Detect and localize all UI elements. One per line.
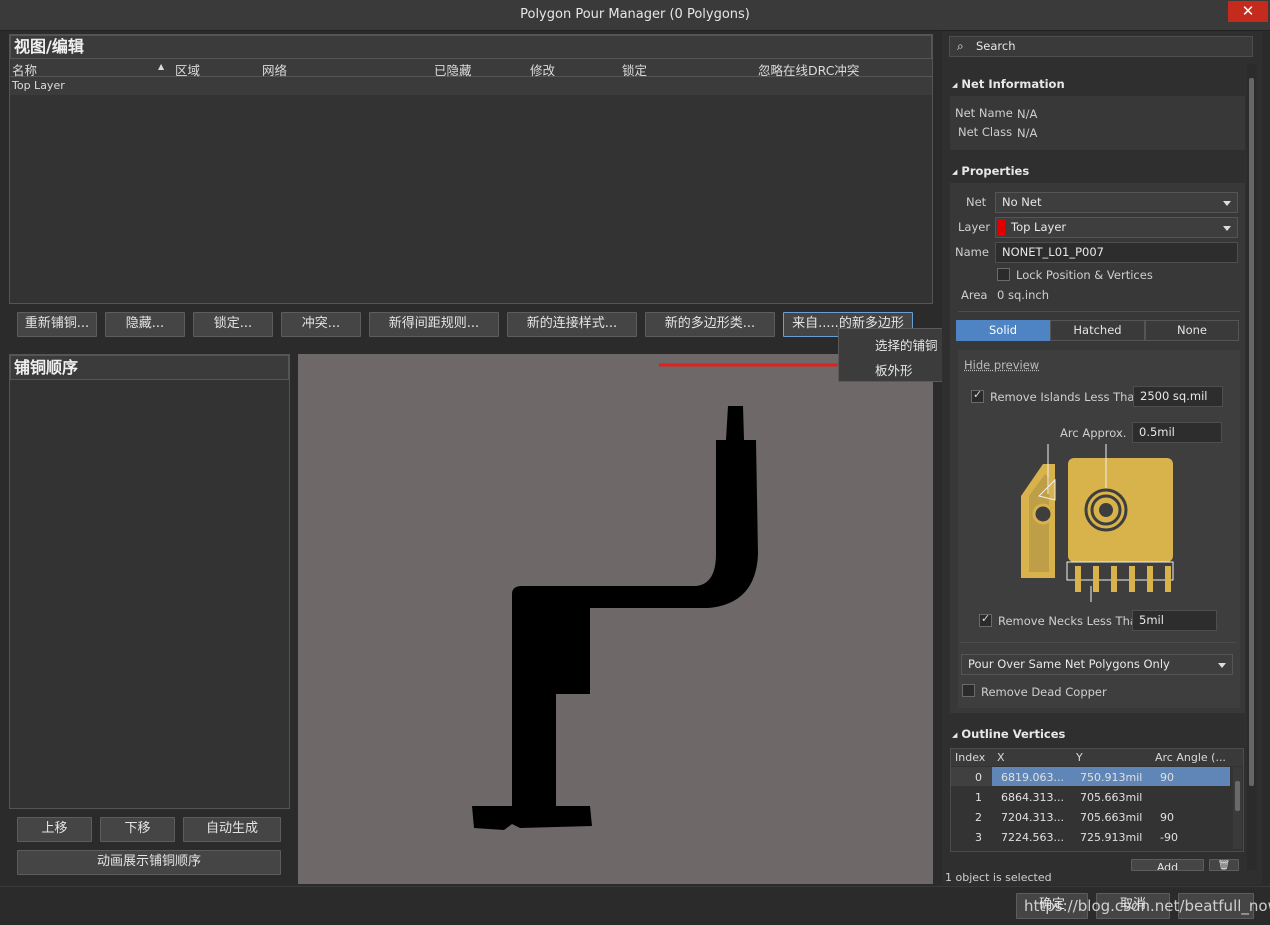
view-edit-column-header: 名称 ▲ 区域 网络 已隐藏 修改 锁定 忽略在线DRC冲突 bbox=[10, 59, 932, 78]
vertex-index: 1 bbox=[975, 791, 982, 804]
new-connect-style-button[interactable]: 新的连接样式... bbox=[507, 312, 637, 337]
new-clearance-rule-button[interactable]: 新得间距规则... bbox=[369, 312, 499, 337]
vertex-x[interactable]: 6819.063... bbox=[1001, 771, 1064, 784]
layer-dropdown[interactable]: Top Layer bbox=[995, 217, 1238, 238]
divider bbox=[958, 311, 1240, 312]
vertex-index: 0 bbox=[975, 771, 982, 784]
properties-scrollbar-thumb[interactable] bbox=[1249, 78, 1254, 786]
remove-dead-copper-label: Remove Dead Copper bbox=[981, 685, 1107, 699]
polygon-shape bbox=[472, 406, 758, 830]
pour-order-panel: 铺铜顺序 bbox=[9, 354, 290, 809]
sort-arrow-icon: ▲ bbox=[158, 62, 165, 71]
vertex-y[interactable]: 705.663mil bbox=[1080, 791, 1142, 804]
search-placeholder: Search bbox=[976, 39, 1016, 53]
layer-label: Layer bbox=[958, 220, 991, 234]
vertex-y[interactable]: 750.913mil bbox=[1080, 771, 1142, 784]
view-edit-panel: 视图/编辑 名称 ▲ 区域 网络 已隐藏 修改 锁定 忽略在线DRC冲突 Top… bbox=[9, 34, 933, 304]
col-index[interactable]: Index bbox=[955, 751, 985, 764]
hide-preview-link[interactable]: Hide preview bbox=[964, 358, 1039, 372]
vertex-x[interactable]: 7224.563... bbox=[1001, 831, 1064, 844]
new-polygon-class-button[interactable]: 新的多边形类... bbox=[645, 312, 775, 337]
remove-islands-checkbox[interactable] bbox=[971, 388, 984, 403]
repour-button[interactable]: 重新铺铜... bbox=[17, 312, 97, 337]
search-icon: ⌕ bbox=[957, 39, 964, 53]
remove-islands-field[interactable]: 2500 sq.mil bbox=[1133, 386, 1223, 407]
view-edit-title: 视图/编辑 bbox=[10, 35, 932, 59]
auto-generate-button[interactable]: 自动生成 bbox=[183, 817, 281, 842]
area-value: 0 sq.inch bbox=[997, 288, 1050, 302]
remove-necks-checkbox[interactable] bbox=[979, 612, 992, 627]
watermark: https://blog.csdn.net/beatfull_now bbox=[1024, 897, 1270, 915]
pour-order-title: 铺铜顺序 bbox=[10, 355, 289, 380]
remove-islands-label: Remove Islands Less Than bbox=[990, 390, 1142, 404]
remove-dead-copper-checkbox[interactable] bbox=[962, 684, 975, 697]
move-down-button[interactable]: 下移 bbox=[100, 817, 175, 842]
remove-necks-field[interactable]: 5mil bbox=[1132, 610, 1217, 631]
layer-color-swatch bbox=[997, 219, 1005, 236]
arc-approx-field[interactable]: 0.5mil bbox=[1132, 422, 1222, 443]
vertex-row-first-bg bbox=[951, 767, 992, 786]
polygon-shape-preview bbox=[472, 406, 758, 830]
lock-vertices-checkbox[interactable] bbox=[997, 268, 1010, 281]
remove-necks-label: Remove Necks Less Than bbox=[998, 614, 1145, 628]
properties-scrollbar[interactable] bbox=[1247, 64, 1257, 870]
arc-approx-label: Arc Approx. bbox=[1060, 426, 1127, 440]
animate-pour-order-button[interactable]: 动画展示铺铜顺序 bbox=[17, 850, 281, 875]
fill-mode-solid[interactable]: Solid bbox=[956, 320, 1050, 341]
vertex-x[interactable]: 7204.313... bbox=[1001, 811, 1064, 824]
search-input[interactable]: ⌕ Search bbox=[949, 36, 1253, 57]
status-text: 1 object is selected bbox=[945, 871, 1052, 884]
vertex-index: 2 bbox=[975, 811, 982, 824]
hide-button[interactable]: 隐藏... bbox=[105, 312, 185, 337]
net-class-value: N/A bbox=[1017, 126, 1038, 140]
net-name-value: N/A bbox=[1017, 107, 1038, 121]
close-button[interactable]: ✕ bbox=[1228, 1, 1268, 22]
name-field[interactable]: NONET_L01_P007 bbox=[995, 242, 1238, 263]
col-x[interactable]: X bbox=[997, 751, 1005, 764]
fill-mode-hatched[interactable]: Hatched bbox=[1050, 320, 1145, 341]
name-label: Name bbox=[955, 245, 989, 259]
fill-mode-none[interactable]: None bbox=[1145, 320, 1239, 341]
vertex-y[interactable]: 725.913mil bbox=[1080, 831, 1142, 844]
menu-item-board-outline[interactable]: 板外形 bbox=[875, 360, 913, 379]
net-info-box bbox=[950, 96, 1245, 150]
net-info-header[interactable]: Net Information bbox=[952, 77, 1064, 91]
outline-vertices-header[interactable]: Outline Vertices bbox=[952, 727, 1065, 741]
vertices-scrollbar-thumb[interactable] bbox=[1235, 781, 1240, 811]
move-up-button[interactable]: 上移 bbox=[17, 817, 92, 842]
pour-illustration bbox=[1021, 444, 1174, 602]
col-arc-angle[interactable]: Arc Angle (... bbox=[1155, 751, 1226, 764]
vertices-scrollbar[interactable] bbox=[1233, 767, 1242, 849]
vertex-arc[interactable]: -90 bbox=[1160, 831, 1178, 844]
net-name-label: Net Name bbox=[955, 106, 1013, 120]
add-vertex-button[interactable]: Add bbox=[1131, 859, 1204, 871]
divider bbox=[960, 642, 1236, 643]
vertex-x[interactable]: 6864.313... bbox=[1001, 791, 1064, 804]
vertex-y[interactable]: 705.663mil bbox=[1080, 811, 1142, 824]
lock-vertices-label: Lock Position & Vertices bbox=[1016, 268, 1153, 282]
vertex-arc[interactable]: 90 bbox=[1160, 811, 1174, 824]
menu-item-selected-polygons[interactable]: 选择的铺铜 bbox=[875, 335, 938, 354]
row-layer-name: Top Layer bbox=[12, 79, 65, 92]
col-y[interactable]: Y bbox=[1076, 751, 1083, 764]
lock-button[interactable]: 锁定... bbox=[193, 312, 273, 337]
area-label: Area bbox=[961, 288, 988, 302]
vertex-arc[interactable]: 90 bbox=[1160, 771, 1174, 784]
title-bar: Polygon Pour Manager (0 Polygons) ✕ bbox=[0, 0, 1270, 31]
polygon-preview bbox=[298, 354, 933, 884]
layer-value: Top Layer bbox=[1011, 220, 1067, 234]
net-label: Net bbox=[966, 195, 987, 209]
pour-over-dropdown[interactable]: Pour Over Same Net Polygons Only bbox=[961, 654, 1233, 675]
net-dropdown[interactable]: No Net bbox=[995, 192, 1238, 213]
properties-header[interactable]: Properties bbox=[952, 164, 1029, 178]
window-title: Polygon Pour Manager (0 Polygons) bbox=[520, 7, 750, 22]
vertex-index: 3 bbox=[975, 831, 982, 844]
net-class-label: Net Class bbox=[958, 125, 1013, 139]
delete-vertex-icon[interactable]: 🗑 bbox=[1209, 859, 1239, 871]
violations-button[interactable]: 冲突... bbox=[281, 312, 361, 337]
table-row[interactable]: Top Layer bbox=[10, 77, 932, 95]
